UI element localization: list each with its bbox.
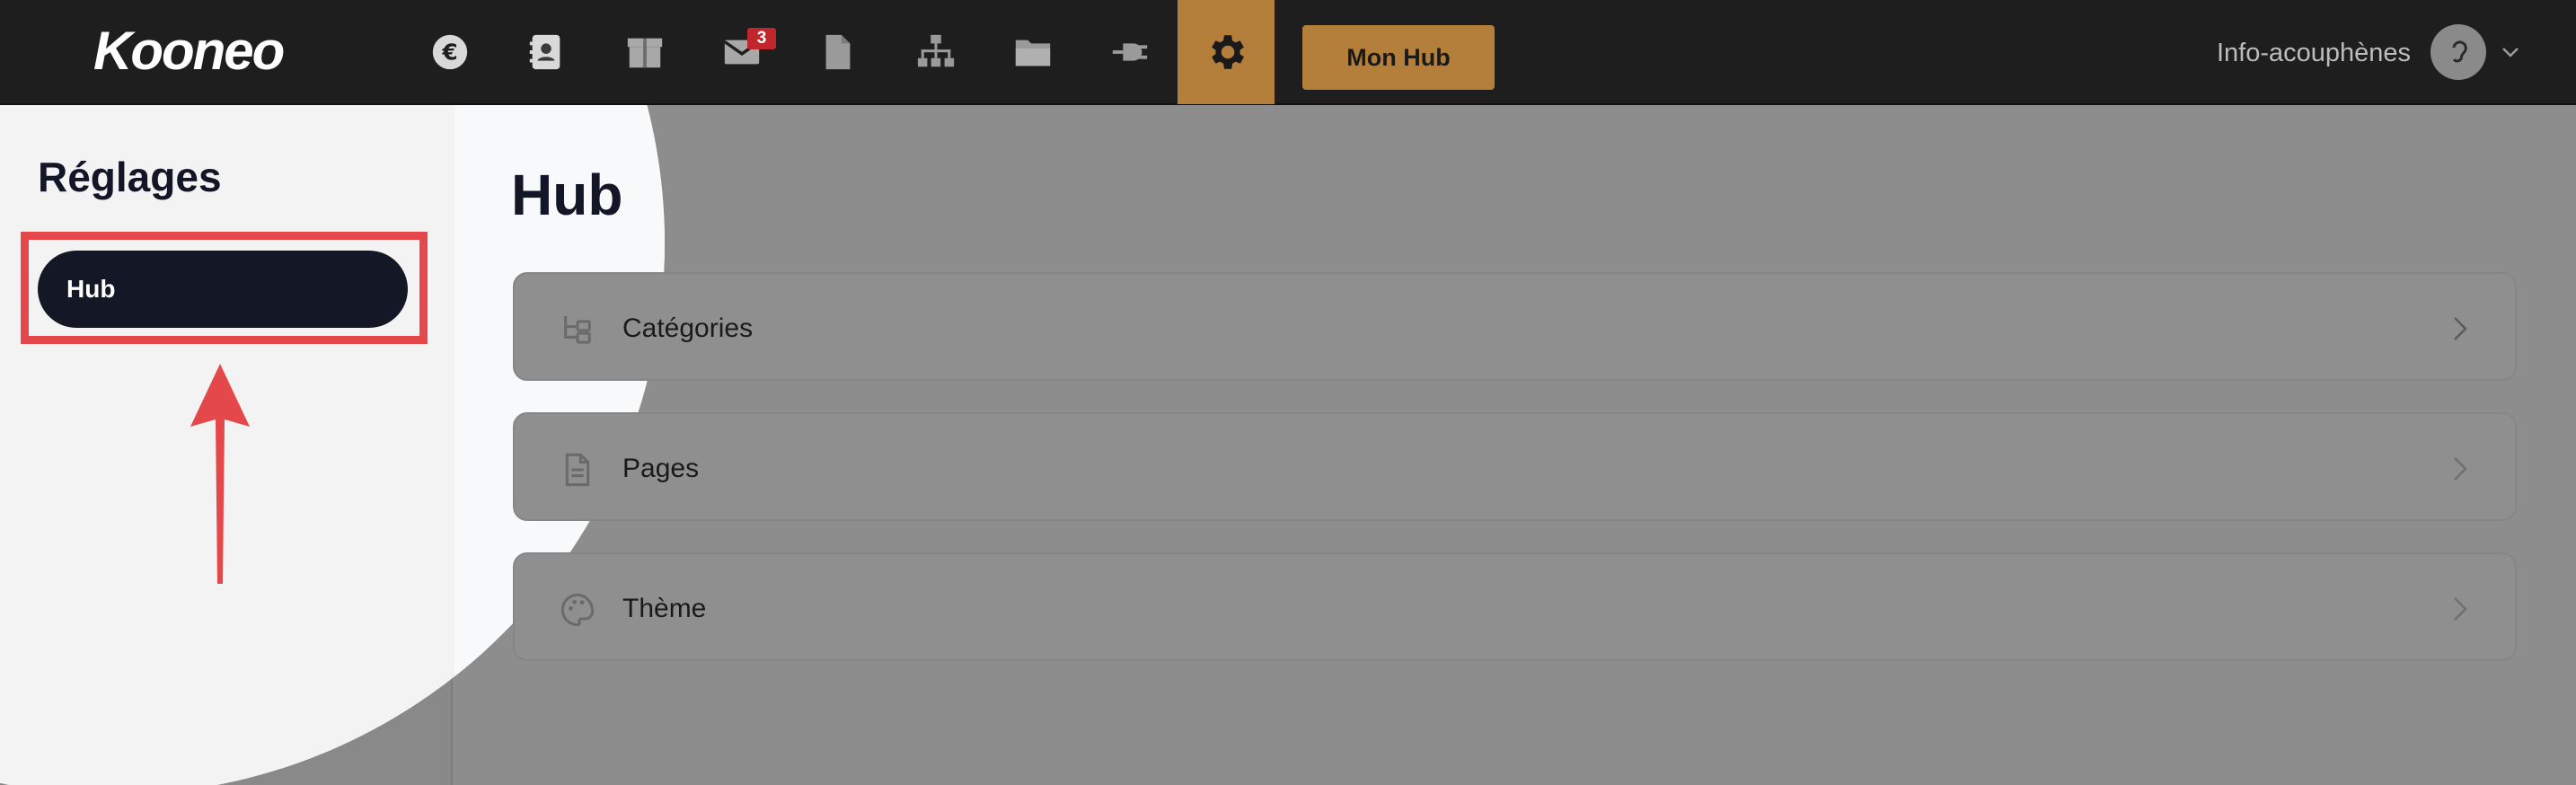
- card-label: Pages: [622, 454, 700, 483]
- arrow-annotation: [190, 364, 250, 584]
- gear-icon: [1212, 35, 1244, 69]
- avatar[interactable]: [2430, 24, 2486, 80]
- account-name[interactable]: Info-acouphènes: [2217, 39, 2411, 68]
- contacts-icon[interactable]: [523, 29, 569, 75]
- document-icon: [565, 453, 590, 487]
- box-icon[interactable]: [622, 29, 668, 75]
- settings-tab[interactable]: [1178, 0, 1275, 104]
- plug-icon[interactable]: [1107, 29, 1153, 75]
- tree-icon: [564, 316, 591, 344]
- page-title: Hub: [511, 163, 623, 227]
- categories-card[interactable]: Catégories: [513, 272, 2517, 381]
- euro-icon[interactable]: €: [427, 29, 473, 75]
- ear-icon: [2452, 40, 2467, 63]
- mail-count-badge: 3: [747, 28, 776, 49]
- highlight-box: [21, 232, 428, 344]
- sitemap-icon[interactable]: [913, 29, 959, 75]
- chevron-right-icon: [2454, 457, 2467, 481]
- mon-hub-button[interactable]: Mon Hub: [1302, 25, 1495, 90]
- folder-icon[interactable]: [1010, 29, 1056, 75]
- theme-card[interactable]: Thème: [513, 552, 2517, 661]
- palette-icon: [560, 593, 595, 627]
- card-label: Catégories: [622, 313, 754, 343]
- file-icon[interactable]: [815, 29, 861, 75]
- pages-card[interactable]: Pages: [513, 412, 2517, 521]
- chevron-down-icon[interactable]: [2500, 43, 2521, 61]
- kooneo-logo[interactable]: Kooneo: [93, 20, 285, 82]
- chevron-right-icon: [2454, 317, 2467, 340]
- svg-text:€: €: [441, 40, 457, 66]
- card-label: Thème: [622, 594, 707, 623]
- chevron-right-icon: [2454, 597, 2467, 621]
- sidebar-title: Réglages: [38, 154, 222, 200]
- top-navigation-bar: Kooneo € 3 Mon Hub Info-acouphènes: [0, 0, 2576, 105]
